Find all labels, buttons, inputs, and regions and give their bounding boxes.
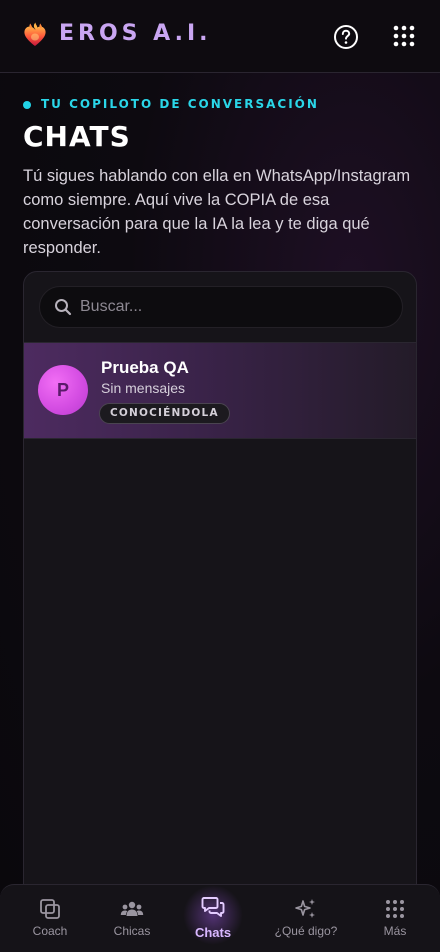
nav-label: Chicas	[113, 924, 151, 938]
flaming-heart-icon	[24, 22, 46, 46]
chat-bubbles-icon	[201, 897, 225, 917]
group-icon	[120, 901, 144, 916]
brand-title: EROS A.I.	[59, 21, 212, 46]
nav-label: Coach	[32, 924, 68, 938]
chat-name: Prueba QA	[101, 358, 189, 377]
grid-dots-icon	[386, 900, 404, 918]
nav-item-chicas[interactable]: Chicas	[97, 885, 167, 952]
status-dot	[23, 101, 31, 109]
avatar: P	[38, 365, 88, 415]
copy-icon	[40, 899, 60, 919]
search-icon	[55, 299, 72, 316]
status-badge: CONOCIÉNDOLA	[99, 403, 230, 424]
top-bar: EROS A.I.	[0, 0, 440, 73]
nav-label: ¿Qué digo?	[274, 924, 338, 938]
chat-subtitle: Sin mensajes	[101, 380, 186, 396]
search-box[interactable]	[39, 286, 403, 328]
nav-item-que-digo[interactable]: ¿Qué digo?	[271, 885, 341, 952]
nav-item-coach[interactable]: Coach	[15, 885, 85, 952]
help-circle-icon[interactable]	[333, 24, 359, 50]
bottom-nav: Coach Chicas Chats ¿Qué digo? Más	[0, 884, 440, 952]
chat-list-panel: P Prueba QA Sin mensajes CONOCIÉNDOLA	[23, 271, 417, 911]
page-description: Tú sigues hablando con ella en WhatsApp/…	[23, 167, 411, 257]
nav-item-mas[interactable]: Más	[360, 885, 430, 952]
nav-label: Más	[383, 924, 407, 938]
nav-item-chats[interactable]: Chats	[178, 885, 248, 952]
page-title: CHATS	[23, 120, 131, 153]
sparkles-icon	[295, 899, 315, 918]
chat-list-item[interactable]: P Prueba QA Sin mensajes CONOCIÉNDOLA	[24, 343, 416, 439]
eyebrow-label: TU COPILOTO DE CONVERSACIÓN	[41, 97, 319, 111]
search-input[interactable]	[80, 287, 390, 327]
nav-label: Chats	[194, 925, 232, 940]
apps-grid-icon[interactable]	[392, 24, 416, 48]
